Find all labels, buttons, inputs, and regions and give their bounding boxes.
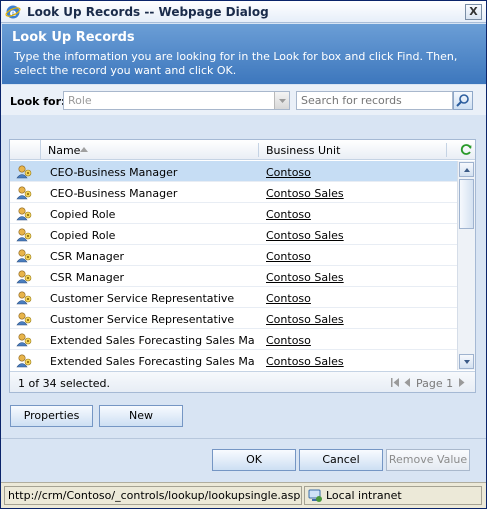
table-row[interactable]: Copied Role Contoso (10, 203, 457, 224)
scroll-thumb[interactable] (459, 179, 474, 229)
table-row[interactable]: Extended Sales Forecasting Sales Mana...… (10, 350, 457, 370)
table-row[interactable]: Customer Service Representative Contoso S… (10, 308, 457, 329)
column-divider (258, 143, 259, 157)
security-role-icon (16, 248, 32, 263)
divider (1, 438, 486, 439)
column-divider (446, 143, 447, 157)
security-role-icon (16, 269, 32, 284)
status-bar: http://crm/Contoso/_controls/lookup/look… (1, 482, 486, 508)
select-all-column[interactable] (10, 140, 41, 160)
page-label: Page 1 (416, 377, 454, 390)
banner-title: Look Up Records (12, 30, 135, 45)
vertical-scrollbar[interactable] (457, 161, 475, 370)
zone-label: Local intranet (326, 489, 402, 502)
lookup-dialog-window: e Look Up Records -- Webpage Dialog X Lo… (0, 0, 487, 509)
table-row[interactable]: Copied Role Contoso Sales (10, 224, 457, 245)
ok-button[interactable]: OK (212, 449, 296, 471)
table-row[interactable]: CSR Manager Contoso Sales (10, 266, 457, 287)
scroll-up-button[interactable] (459, 162, 474, 177)
security-role-icon (16, 185, 32, 200)
scroll-down-button[interactable] (459, 354, 474, 369)
row-business-unit-link[interactable]: Contoso Sales (266, 187, 344, 200)
row-business-unit-link[interactable]: Contoso Sales (266, 229, 344, 242)
search-input[interactable] (296, 91, 453, 110)
grid-rows: CEO-Business Manager Contoso CEO-Business … (10, 161, 457, 370)
next-page-icon[interactable] (458, 377, 466, 388)
look-for-row: Look for: Role (1, 85, 486, 115)
column-header-name[interactable]: Name (48, 144, 80, 157)
look-for-label: Look for: (10, 95, 66, 108)
search-icon (456, 94, 469, 107)
row-business-unit-link[interactable]: Contoso (266, 166, 311, 179)
table-row[interactable]: CEO-Business Manager Contoso (10, 161, 457, 182)
previous-page-icon[interactable] (403, 377, 411, 388)
column-header-business-unit[interactable]: Business Unit (266, 144, 340, 157)
row-business-unit-link[interactable]: Contoso (266, 334, 311, 347)
security-role-icon (16, 290, 32, 305)
row-business-unit-link[interactable]: Contoso (266, 292, 311, 305)
look-for-select[interactable]: Role (63, 91, 290, 110)
row-name[interactable]: Customer Service Representative (50, 292, 255, 305)
row-name[interactable]: Extended Sales Forecasting Sales Mana... (50, 334, 255, 347)
security-role-icon (16, 164, 32, 179)
row-business-unit-link[interactable]: Contoso Sales (266, 313, 344, 326)
security-zone: Local intranet (304, 486, 482, 505)
table-row[interactable]: CEO-Business Manager Contoso Sales (10, 182, 457, 203)
cancel-button[interactable]: Cancel (299, 449, 383, 471)
security-role-icon (16, 332, 32, 347)
chevron-down-icon (464, 360, 470, 364)
row-name[interactable]: Copied Role (50, 229, 255, 242)
row-name[interactable]: Customer Service Representative (50, 313, 255, 326)
records-grid: Name Business Unit CEO-Business Manager C… (9, 139, 476, 393)
intranet-zone-icon (308, 489, 322, 502)
grid-footer: 1 of 34 selected. Page 1 (10, 371, 475, 392)
sort-ascending-icon (80, 147, 88, 152)
row-business-unit-link[interactable]: Contoso (266, 208, 311, 221)
title-bar: e Look Up Records -- Webpage Dialog X (1, 1, 486, 23)
row-name[interactable]: CSR Manager (50, 271, 255, 284)
close-button[interactable]: X (465, 4, 482, 20)
row-business-unit-link[interactable]: Contoso Sales (266, 355, 344, 368)
row-business-unit-link[interactable]: Contoso Sales (266, 271, 344, 284)
table-row[interactable]: CSR Manager Contoso (10, 245, 457, 266)
chevron-up-icon (464, 168, 470, 172)
row-business-unit-link[interactable]: Contoso (266, 250, 311, 263)
banner-instructions: Type the information you are looking for… (14, 50, 458, 77)
remove-value-button[interactable]: Remove Value (386, 449, 470, 471)
first-page-icon[interactable] (390, 377, 400, 388)
status-url: http://crm/Contoso/_controls/lookup/look… (4, 486, 302, 505)
grid-header: Name Business Unit (10, 140, 475, 160)
security-role-icon (16, 206, 32, 221)
row-name[interactable]: CSR Manager (50, 250, 255, 263)
row-name[interactable]: CEO-Business Manager (50, 187, 255, 200)
security-role-icon (16, 311, 32, 326)
look-for-selected-value: Role (68, 94, 92, 107)
row-name[interactable]: Extended Sales Forecasting Sales Mana... (50, 355, 255, 368)
header-banner: Look Up Records Type the information you… (2, 24, 486, 84)
table-row[interactable]: Customer Service Representative Contoso (10, 287, 457, 308)
selected-count: 1 of 34 selected. (18, 377, 111, 390)
ie-icon: e (5, 5, 21, 19)
properties-button[interactable]: Properties (10, 405, 93, 427)
table-row[interactable]: Extended Sales Forecasting Sales Mana...… (10, 329, 457, 350)
row-name[interactable]: Copied Role (50, 208, 255, 221)
security-role-icon (16, 353, 32, 368)
refresh-icon[interactable] (460, 143, 473, 156)
window-title: Look Up Records -- Webpage Dialog (27, 5, 269, 19)
chevron-down-icon[interactable] (274, 92, 289, 109)
row-name[interactable]: CEO-Business Manager (50, 166, 255, 179)
search-button[interactable] (453, 91, 473, 110)
security-role-icon (16, 227, 32, 242)
new-button[interactable]: New (99, 405, 183, 427)
